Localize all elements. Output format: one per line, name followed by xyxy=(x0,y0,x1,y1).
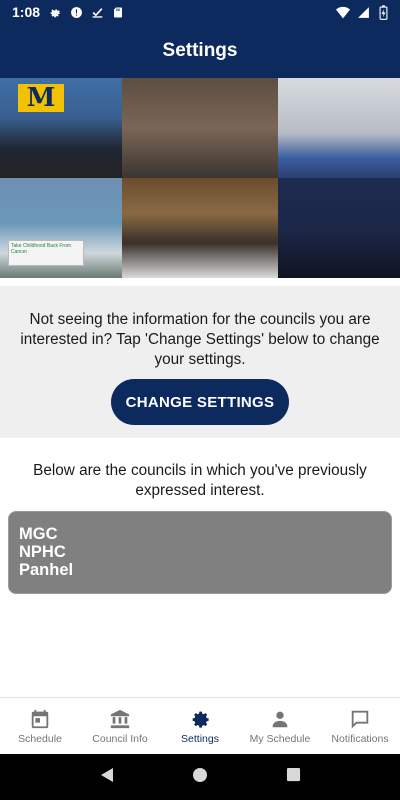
info-message: Not seeing the information for the counc… xyxy=(20,311,380,368)
nav-council-info[interactable]: Council Info xyxy=(80,698,160,754)
nav-label: Settings xyxy=(181,733,219,745)
back-icon[interactable] xyxy=(99,767,115,788)
home-icon[interactable] xyxy=(192,767,208,788)
chat-bubble-icon xyxy=(351,710,369,729)
councils-card: MGC NPHC Panhel xyxy=(8,511,392,594)
collage-photo-group-teal-shirts: Take Childhood Back From Cancer xyxy=(0,178,122,278)
council-item: MGC xyxy=(19,525,58,543)
system-navigation-bar xyxy=(0,754,400,800)
signal-icon xyxy=(356,5,370,19)
status-system-icons xyxy=(336,4,390,20)
change-settings-panel: Not seeing the information for the counc… xyxy=(0,286,400,438)
bottom-navigation: Schedule Council Info Settings My Schedu… xyxy=(0,697,400,754)
nav-my-schedule[interactable]: My Schedule xyxy=(240,698,320,754)
collage-photo-award xyxy=(278,178,400,278)
battery-charging-icon xyxy=(376,4,390,20)
gear-icon xyxy=(48,5,62,19)
page-title: Settings xyxy=(162,40,238,61)
status-bar: 1:08 xyxy=(0,0,400,24)
collage-photo-group-suits: M xyxy=(0,78,122,178)
nav-schedule[interactable]: Schedule xyxy=(0,698,80,754)
gear-icon xyxy=(192,711,209,728)
collage-photo-group-building xyxy=(278,78,400,178)
calendar-icon xyxy=(31,709,49,729)
status-time: 1:08 xyxy=(12,4,41,20)
institution-icon xyxy=(110,709,130,729)
status-notification-icons xyxy=(48,5,125,19)
download-done-icon xyxy=(90,5,104,19)
photo-collage: M Take Childhood Back From Cancer xyxy=(0,78,400,278)
change-settings-button[interactable]: CHANGE SETTINGS xyxy=(111,379,289,425)
wifi-icon xyxy=(336,5,350,19)
nav-settings[interactable]: Settings xyxy=(160,698,240,754)
nav-label: Schedule xyxy=(18,733,62,745)
collage-photo-banquet xyxy=(122,178,278,278)
nav-label: Council Info xyxy=(92,733,148,745)
council-item: Panhel xyxy=(19,561,74,579)
banner-sign: Take Childhood Back From Cancer xyxy=(8,240,84,266)
alert-icon xyxy=(69,5,83,19)
collage-photo-group-indoor xyxy=(122,78,278,178)
recents-icon[interactable] xyxy=(286,767,301,787)
nav-notifications[interactable]: Notifications xyxy=(320,698,400,754)
nav-label: Notifications xyxy=(331,733,389,745)
council-item: NPHC xyxy=(19,543,66,561)
councils-intro-text: Below are the councils in which you've p… xyxy=(33,462,367,499)
block-m-banner: M xyxy=(18,84,64,112)
app-bar: Settings xyxy=(0,24,400,78)
nav-label: My Schedule xyxy=(249,733,311,745)
person-icon xyxy=(272,711,288,728)
sd-card-icon xyxy=(111,5,125,19)
